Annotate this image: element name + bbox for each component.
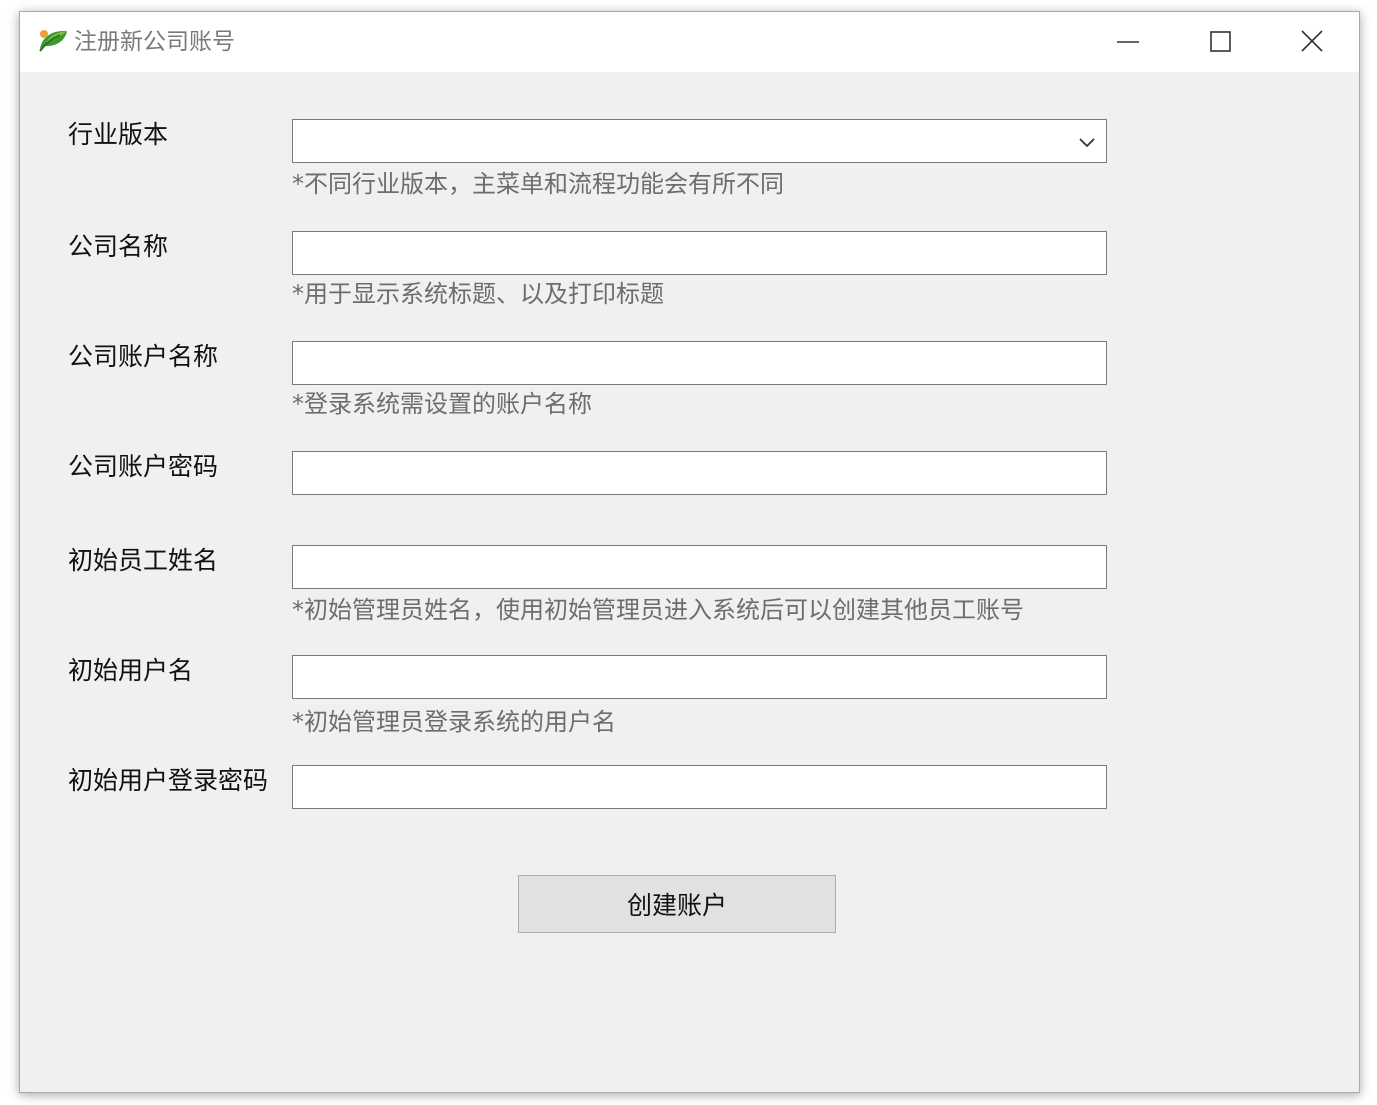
user-password-field-box [292, 765, 1107, 809]
username-field-box [292, 655, 1107, 699]
employee-name-field-box [292, 545, 1107, 589]
chevron-down-icon [1079, 138, 1095, 148]
username-hint: *初始管理员登录系统的用户名 [292, 708, 616, 736]
company-name-hint: *用于显示系统标题、以及打印标题 [292, 280, 664, 308]
account-password-field-box [292, 451, 1107, 495]
create-account-button[interactable]: 创建账户 [518, 875, 836, 933]
company-name-label: 公司名称 [68, 232, 169, 261]
industry-select[interactable] [292, 119, 1107, 163]
account-name-label: 公司账户名称 [68, 342, 219, 371]
close-button[interactable] [1266, 12, 1358, 72]
account-name-input[interactable] [293, 342, 1106, 384]
account-password-input[interactable] [293, 452, 1106, 494]
account-name-field-box [292, 341, 1107, 385]
username-label: 初始用户名 [68, 656, 194, 685]
window-title: 注册新公司账号 [74, 29, 235, 55]
maximize-icon [1210, 31, 1231, 52]
title-bar[interactable]: 注册新公司账号 [20, 12, 1359, 72]
account-password-label: 公司账户密码 [68, 452, 219, 481]
maximize-button[interactable] [1174, 12, 1266, 72]
username-input[interactable] [293, 656, 1106, 698]
user-password-input[interactable] [293, 766, 1106, 808]
account-name-hint: *登录系统需设置的账户名称 [292, 390, 592, 418]
leaf-icon [36, 27, 70, 53]
employee-name-hint: *初始管理员姓名，使用初始管理员进入系统后可以创建其他员工账号 [292, 596, 1024, 624]
employee-name-label: 初始员工姓名 [68, 546, 219, 575]
industry-label: 行业版本 [68, 120, 169, 149]
industry-hint: *不同行业版本，主菜单和流程功能会有所不同 [292, 170, 784, 198]
minimize-button[interactable] [1082, 12, 1174, 72]
register-company-window: 注册新公司账号 行业版本 *不同行业版本，主菜单和流程功能会有所不同 公司名称 [19, 11, 1360, 1093]
close-icon [1301, 30, 1323, 52]
user-password-label: 初始用户登录密码 [68, 766, 269, 795]
minimize-icon [1117, 41, 1139, 43]
company-name-input[interactable] [293, 232, 1106, 274]
company-name-field-box [292, 231, 1107, 275]
employee-name-input[interactable] [293, 546, 1106, 588]
